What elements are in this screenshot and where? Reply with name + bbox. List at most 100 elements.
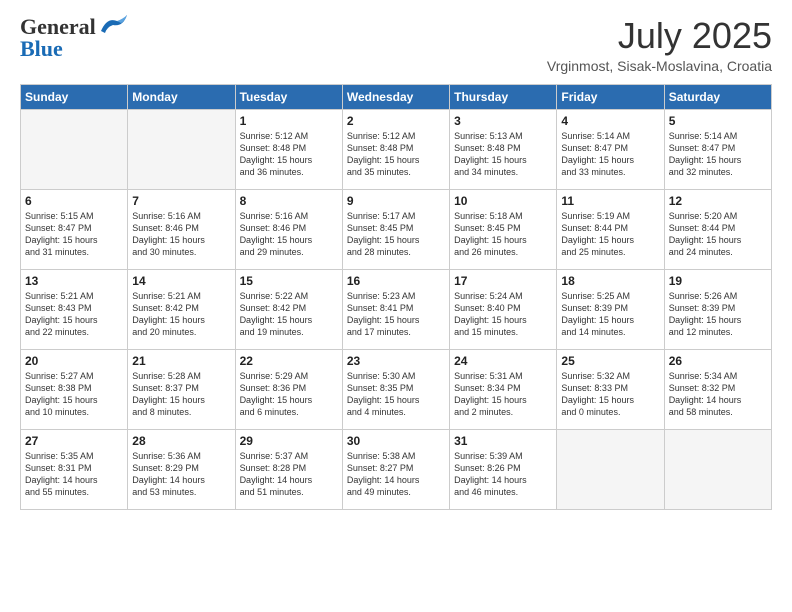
day-number: 22 <box>240 354 338 368</box>
calendar-week-row: 6 Sunrise: 5:15 AM Sunset: 8:47 PM Daylig… <box>21 189 772 269</box>
logo-bird-icon <box>99 13 129 37</box>
table-row: 12 Sunrise: 5:20 AM Sunset: 8:44 PM Dayli… <box>664 189 771 269</box>
day-number: 6 <box>25 194 123 208</box>
day-number: 17 <box>454 274 552 288</box>
header-friday: Friday <box>557 84 664 109</box>
header: General Blue July 2025 Vrginmost, Sisak-… <box>20 16 772 74</box>
cell-content: Sunrise: 5:29 AM Sunset: 8:36 PM Dayligh… <box>240 370 338 419</box>
day-number: 18 <box>561 274 659 288</box>
cell-content: Sunrise: 5:38 AM Sunset: 8:27 PM Dayligh… <box>347 450 445 499</box>
day-number: 2 <box>347 114 445 128</box>
calendar-header-row: Sunday Monday Tuesday Wednesday Thursday… <box>21 84 772 109</box>
calendar-week-row: 20Sunrise: 5:27 AM Sunset: 8:38 PM Dayli… <box>21 349 772 429</box>
location: Vrginmost, Sisak-Moslavina, Croatia <box>547 58 772 74</box>
day-number: 4 <box>561 114 659 128</box>
cell-content: Sunrise: 5:13 AM Sunset: 8:48 PM Dayligh… <box>454 130 552 179</box>
cell-content: Sunrise: 5:16 AM Sunset: 8:46 PM Dayligh… <box>132 210 230 259</box>
table-row: 10 Sunrise: 5:18 AM Sunset: 8:45 PM Dayli… <box>450 189 557 269</box>
header-monday: Monday <box>128 84 235 109</box>
table-row: 22 Sunrise: 5:29 AM Sunset: 8:36 PM Dayli… <box>235 349 342 429</box>
cell-content: Sunrise: 5:17 AM Sunset: 8:45 PM Dayligh… <box>347 210 445 259</box>
table-row: 28 Sunrise: 5:36 AM Sunset: 8:29 PM Dayli… <box>128 429 235 509</box>
table-row: 5Sunrise: 5:14 AM Sunset: 8:47 PM Daylig… <box>664 109 771 189</box>
cell-content: Sunrise: 5:15 AM Sunset: 8:47 PM Dayligh… <box>25 210 123 259</box>
table-row: 8Sunrise: 5:16 AM Sunset: 8:46 PM Daylig… <box>235 189 342 269</box>
day-number: 3 <box>454 114 552 128</box>
table-row <box>664 429 771 509</box>
header-wednesday: Wednesday <box>342 84 449 109</box>
day-number: 28 <box>132 434 230 448</box>
table-row: 17 Sunrise: 5:24 AM Sunset: 8:40 PM Dayli… <box>450 269 557 349</box>
table-row: 7 Sunrise: 5:16 AM Sunset: 8:46 PM Daylig… <box>128 189 235 269</box>
table-row: 25 Sunrise: 5:32 AM Sunset: 8:33 PM Dayli… <box>557 349 664 429</box>
table-row: 29 Sunrise: 5:37 AM Sunset: 8:28 PM Dayli… <box>235 429 342 509</box>
day-number: 15 <box>240 274 338 288</box>
day-number: 14 <box>132 274 230 288</box>
day-number: 1 <box>240 114 338 128</box>
day-number: 26 <box>669 354 767 368</box>
table-row: 26 Sunrise: 5:34 AM Sunset: 8:32 PM Dayli… <box>664 349 771 429</box>
day-number: 12 <box>669 194 767 208</box>
header-tuesday: Tuesday <box>235 84 342 109</box>
day-number: 27 <box>25 434 123 448</box>
day-number: 8 <box>240 194 338 208</box>
cell-content: Sunrise: 5:21 AM Sunset: 8:42 PM Dayligh… <box>132 290 230 339</box>
table-row: 11Sunrise: 5:19 AM Sunset: 8:44 PM Dayli… <box>557 189 664 269</box>
cell-content: Sunrise: 5:27 AM Sunset: 8:38 PM Dayligh… <box>25 370 123 419</box>
cell-content: Sunrise: 5:32 AM Sunset: 8:33 PM Dayligh… <box>561 370 659 419</box>
logo-general: General <box>20 16 96 38</box>
table-row: 2 Sunrise: 5:12 AM Sunset: 8:48 PM Daylig… <box>342 109 449 189</box>
day-number: 10 <box>454 194 552 208</box>
table-row: 13Sunrise: 5:21 AM Sunset: 8:43 PM Dayli… <box>21 269 128 349</box>
table-row: 9 Sunrise: 5:17 AM Sunset: 8:45 PM Daylig… <box>342 189 449 269</box>
cell-content: Sunrise: 5:35 AM Sunset: 8:31 PM Dayligh… <box>25 450 123 499</box>
table-row: 15 Sunrise: 5:22 AM Sunset: 8:42 PM Dayli… <box>235 269 342 349</box>
logo-blue: Blue <box>20 36 63 61</box>
cell-content: Sunrise: 5:37 AM Sunset: 8:28 PM Dayligh… <box>240 450 338 499</box>
day-number: 31 <box>454 434 552 448</box>
calendar-week-row: 27 Sunrise: 5:35 AM Sunset: 8:31 PM Dayli… <box>21 429 772 509</box>
cell-content: Sunrise: 5:39 AM Sunset: 8:26 PM Dayligh… <box>454 450 552 499</box>
table-row: 21 Sunrise: 5:28 AM Sunset: 8:37 PM Dayli… <box>128 349 235 429</box>
cell-content: Sunrise: 5:28 AM Sunset: 8:37 PM Dayligh… <box>132 370 230 419</box>
cell-content: Sunrise: 5:12 AM Sunset: 8:48 PM Dayligh… <box>240 130 338 179</box>
day-number: 7 <box>132 194 230 208</box>
cell-content: Sunrise: 5:14 AM Sunset: 8:47 PM Dayligh… <box>669 130 767 179</box>
logo: General Blue <box>20 16 129 60</box>
cell-content: Sunrise: 5:22 AM Sunset: 8:42 PM Dayligh… <box>240 290 338 339</box>
table-row: 20Sunrise: 5:27 AM Sunset: 8:38 PM Dayli… <box>21 349 128 429</box>
cell-content: Sunrise: 5:36 AM Sunset: 8:29 PM Dayligh… <box>132 450 230 499</box>
cell-content: Sunrise: 5:24 AM Sunset: 8:40 PM Dayligh… <box>454 290 552 339</box>
cell-content: Sunrise: 5:14 AM Sunset: 8:47 PM Dayligh… <box>561 130 659 179</box>
table-row: 23Sunrise: 5:30 AM Sunset: 8:35 PM Dayli… <box>342 349 449 429</box>
day-number: 19 <box>669 274 767 288</box>
day-number: 29 <box>240 434 338 448</box>
calendar-week-row: 13Sunrise: 5:21 AM Sunset: 8:43 PM Dayli… <box>21 269 772 349</box>
day-number: 9 <box>347 194 445 208</box>
day-number: 21 <box>132 354 230 368</box>
page: General Blue July 2025 Vrginmost, Sisak-… <box>0 0 792 612</box>
table-row: 19Sunrise: 5:26 AM Sunset: 8:39 PM Dayli… <box>664 269 771 349</box>
cell-content: Sunrise: 5:18 AM Sunset: 8:45 PM Dayligh… <box>454 210 552 259</box>
cell-content: Sunrise: 5:31 AM Sunset: 8:34 PM Dayligh… <box>454 370 552 419</box>
cell-content: Sunrise: 5:23 AM Sunset: 8:41 PM Dayligh… <box>347 290 445 339</box>
cell-content: Sunrise: 5:12 AM Sunset: 8:48 PM Dayligh… <box>347 130 445 179</box>
cell-content: Sunrise: 5:34 AM Sunset: 8:32 PM Dayligh… <box>669 370 767 419</box>
cell-content: Sunrise: 5:25 AM Sunset: 8:39 PM Dayligh… <box>561 290 659 339</box>
cell-content: Sunrise: 5:20 AM Sunset: 8:44 PM Dayligh… <box>669 210 767 259</box>
day-number: 25 <box>561 354 659 368</box>
calendar-table: Sunday Monday Tuesday Wednesday Thursday… <box>20 84 772 510</box>
table-row: 3 Sunrise: 5:13 AM Sunset: 8:48 PM Daylig… <box>450 109 557 189</box>
table-row <box>21 109 128 189</box>
table-row <box>128 109 235 189</box>
table-row: 30Sunrise: 5:38 AM Sunset: 8:27 PM Dayli… <box>342 429 449 509</box>
cell-content: Sunrise: 5:19 AM Sunset: 8:44 PM Dayligh… <box>561 210 659 259</box>
table-row: 18 Sunrise: 5:25 AM Sunset: 8:39 PM Dayli… <box>557 269 664 349</box>
header-thursday: Thursday <box>450 84 557 109</box>
table-row: 16Sunrise: 5:23 AM Sunset: 8:41 PM Dayli… <box>342 269 449 349</box>
title-block: July 2025 Vrginmost, Sisak-Moslavina, Cr… <box>547 16 772 74</box>
table-row: 27 Sunrise: 5:35 AM Sunset: 8:31 PM Dayli… <box>21 429 128 509</box>
calendar-week-row: 1 Sunrise: 5:12 AM Sunset: 8:48 PM Daylig… <box>21 109 772 189</box>
table-row: 1 Sunrise: 5:12 AM Sunset: 8:48 PM Daylig… <box>235 109 342 189</box>
table-row: 24Sunrise: 5:31 AM Sunset: 8:34 PM Dayli… <box>450 349 557 429</box>
